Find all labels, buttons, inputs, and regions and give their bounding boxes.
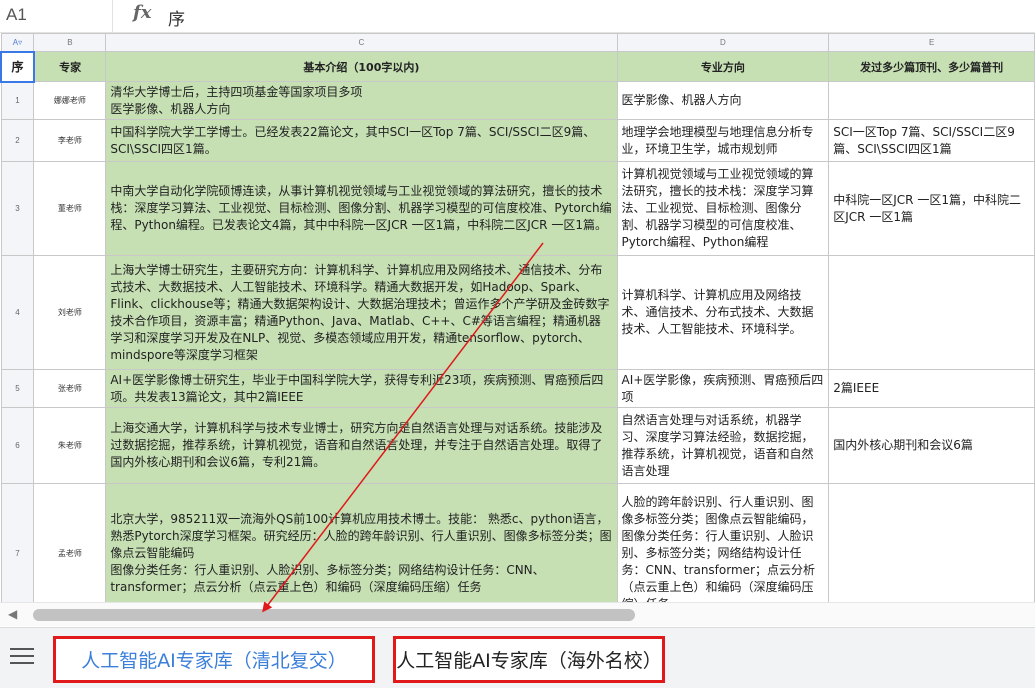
table-row: 4 刘老师 上海大学博士研究生，主要研究方向：计算机科学、计算机应用及网络技术、…: [0, 255, 1035, 370]
papers-cell[interactable]: 国内外核心期刊和会议6篇: [828, 407, 1035, 484]
papers-cell[interactable]: SCI一区Top 7篇、SCI/SSCI二区9篇、SCI\SSCI四区1篇: [828, 119, 1035, 162]
expert-name-cell[interactable]: 李老师: [33, 119, 107, 162]
row-number[interactable]: 1: [0, 81, 35, 120]
direction-cell[interactable]: 计算机科学、计算机应用及网络技术、通信技术、分布式技术、大数据技术、人工智能技术…: [616, 255, 830, 370]
sheet-tab-bar: 人工智能AI专家库（清北复交） 人工智能AI专家库（海外名校）: [0, 627, 1035, 688]
table-row: 5 张老师 AI+医学影像博士研究生，毕业于中国科学院大学，获得专利近23项，疾…: [0, 369, 1035, 408]
table-row: 3 董老师 中南大学自动化学院硕博连读，从事计算机视觉领域与工业视觉领域的算法研…: [0, 161, 1035, 256]
direction-cell[interactable]: 人脸的跨年龄识别、行人重识别、图像多标签分类；图像点云智能编码，图像分类任务：行…: [616, 483, 830, 602]
scroll-left-arrow-icon[interactable]: ◀: [8, 607, 17, 621]
formula-bar-divider: [112, 0, 113, 33]
table-row: 6 朱老师 上海交通大学，计算机科学与技术专业博士，研究方向是自然语言处理与对话…: [0, 407, 1035, 484]
table-row: 7 孟老师 北京大学，985211双一流海外QS前100计算机应用技术博士。技能…: [0, 483, 1035, 602]
horizontal-scrollbar[interactable]: ◀: [0, 602, 1035, 626]
column-header-c[interactable]: C: [105, 33, 618, 52]
column-header-row: A▿ B C D E: [0, 33, 1035, 52]
direction-cell[interactable]: 计算机视觉领域与工业视觉领域的算法研究，擅长的技术栈：深度学习算法、工业视觉、目…: [616, 161, 830, 256]
column-header-e[interactable]: E: [828, 33, 1035, 52]
expert-name-cell[interactable]: 刘老师: [33, 255, 107, 370]
papers-cell[interactable]: [828, 255, 1035, 370]
select-all-corner[interactable]: A▿: [0, 33, 35, 52]
direction-cell[interactable]: AI+医学影像，疾病预测、胃癌预后四项: [616, 369, 830, 408]
cell-reference[interactable]: A1: [6, 5, 27, 25]
column-header-d[interactable]: D: [616, 33, 830, 52]
expert-name-cell[interactable]: 张老师: [33, 369, 107, 408]
expert-name-cell[interactable]: 董老师: [33, 161, 107, 256]
intro-cell[interactable]: 中南大学自动化学院硕博连读，从事计算机视觉领域与工业视觉领域的算法研究，擅长的技…: [105, 161, 618, 256]
row-number[interactable]: 6: [0, 407, 35, 484]
formula-input[interactable]: 序: [168, 5, 185, 30]
sheet-tab-overseas[interactable]: 人工智能AI专家库（海外名校）: [393, 636, 665, 683]
sheet-tab-label: 人工智能AI专家库（清北复交）: [81, 650, 347, 672]
scrollbar-thumb[interactable]: [33, 609, 635, 621]
row-number[interactable]: 3: [0, 161, 35, 256]
papers-cell[interactable]: [828, 81, 1035, 120]
expert-name-cell[interactable]: 娜娜老师: [33, 81, 107, 120]
table-row: 2 李老师 中国科学院大学工学博士。已经发表22篇论文，其中SCI一区Top 7…: [0, 119, 1035, 162]
intro-cell[interactable]: AI+医学影像博士研究生，毕业于中国科学院大学，获得专利近23项，疾病预测、胃癌…: [105, 369, 618, 408]
intro-cell[interactable]: 中国科学院大学工学博士。已经发表22篇论文，其中SCI一区Top 7篇、SCI/…: [105, 119, 618, 162]
intro-cell[interactable]: 北京大学，985211双一流海外QS前100计算机应用技术博士。技能： 熟悉c、…: [105, 483, 618, 602]
table-row: 1 娜娜老师 清华大学博士后，主持四项基金等国家项目多项 医学影像、机器人方向 …: [0, 81, 1035, 120]
intro-cell[interactable]: 清华大学博士后，主持四项基金等国家项目多项 医学影像、机器人方向: [105, 81, 618, 120]
expert-name-cell[interactable]: 朱老师: [33, 407, 107, 484]
spreadsheet-grid: A▿ B C D E 序 专家 基本介绍（100字以内) 专业方向 发过多少篇顶…: [0, 33, 1035, 602]
sheet-list-menu-icon[interactable]: [10, 646, 34, 666]
intro-text: 清华大学博士后，主持四项基金等国家项目多项 医学影像、机器人方向: [110, 84, 363, 116]
intro-cell[interactable]: 上海大学博士研究生，主要研究方向：计算机科学、计算机应用及网络技术、通信技术、分…: [105, 255, 618, 370]
header-cell-direction[interactable]: 专业方向: [616, 51, 830, 82]
papers-cell[interactable]: 中科院一区JCR 一区1篇，中科院二区JCR 一区1篇: [828, 161, 1035, 256]
direction-cell[interactable]: 自然语言处理与对话系统，机器学习、深度学习算法经验，数据挖掘，推荐系统，计算机视…: [616, 407, 830, 484]
row-number[interactable]: 2: [0, 119, 35, 162]
intro-text: 北京大学，985211双一流海外QS前100计算机应用技术博士。技能： 熟悉c、…: [110, 512, 612, 594]
direction-cell[interactable]: 地理学会地理模型与地理信息分析专业，环境卫生学，城市规划师: [616, 119, 830, 162]
row-number[interactable]: 4: [0, 255, 35, 370]
formula-bar: A1 fx 序: [0, 0, 1035, 33]
header-cell-papers[interactable]: 发过多少篇顶刊、多少篇普刊: [828, 51, 1035, 82]
header-row: 序 专家 基本介绍（100字以内) 专业方向 发过多少篇顶刊、多少篇普刊: [0, 50, 1035, 83]
row-number[interactable]: 7: [0, 483, 35, 602]
fx-icon: fx: [133, 2, 152, 23]
column-header-b[interactable]: B: [33, 33, 107, 52]
intro-cell[interactable]: 上海交通大学，计算机科学与技术专业博士，研究方向是自然语言处理与对话系统。技能涉…: [105, 407, 618, 484]
row-number[interactable]: 5: [0, 369, 35, 408]
header-cell-intro[interactable]: 基本介绍（100字以内): [105, 51, 618, 82]
expert-name-cell[interactable]: 孟老师: [33, 483, 107, 602]
papers-cell[interactable]: 2篇IEEE: [828, 369, 1035, 408]
sheet-tab-label: 人工智能AI专家库（海外名校）: [396, 650, 662, 672]
header-cell-seq[interactable]: 序: [0, 50, 35, 83]
papers-cell[interactable]: [828, 483, 1035, 602]
header-cell-expert[interactable]: 专家: [33, 51, 107, 82]
direction-cell[interactable]: 医学影像、机器人方向: [616, 81, 830, 120]
data-table: A▿ B C D E 序 专家 基本介绍（100字以内) 专业方向 发过多少篇顶…: [0, 33, 1035, 602]
sheet-tab-qingbei[interactable]: 人工智能AI专家库（清北复交）: [53, 636, 375, 683]
